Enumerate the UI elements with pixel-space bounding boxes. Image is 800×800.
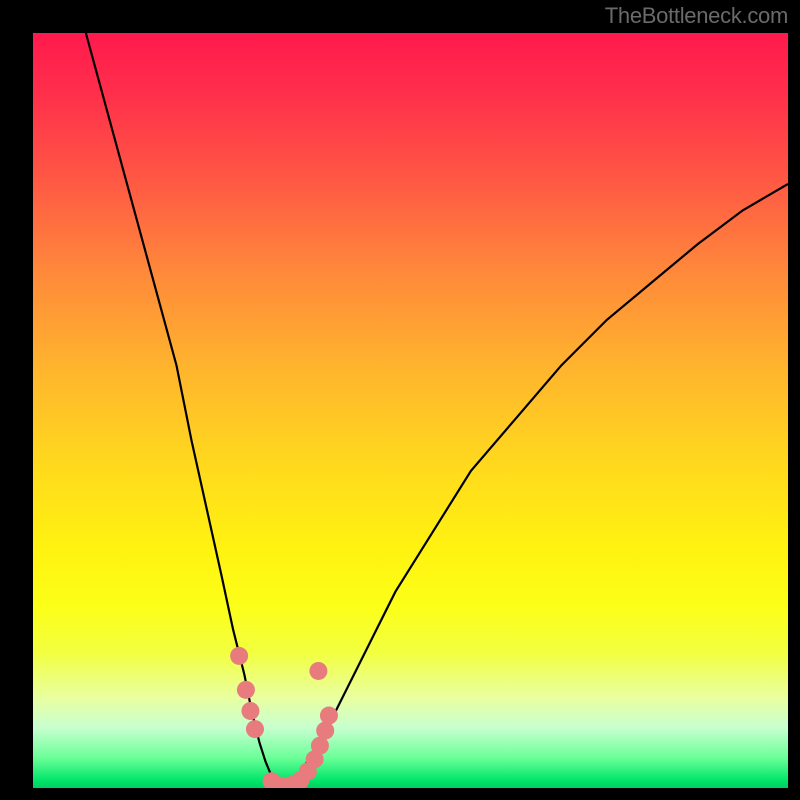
highlight-marker <box>241 702 259 720</box>
highlight-marker <box>316 722 334 740</box>
highlight-marker <box>309 662 327 680</box>
plot-area <box>33 33 788 788</box>
highlight-marker <box>230 647 248 665</box>
bottleneck-curve <box>86 33 282 788</box>
outer-frame: TheBottleneck.com <box>0 0 800 800</box>
highlight-marker <box>320 707 338 725</box>
watermark-label: TheBottleneck.com <box>605 3 788 29</box>
highlight-marker <box>237 681 255 699</box>
chart-svg <box>33 33 788 788</box>
highlight-marker <box>246 720 264 738</box>
bottleneck-curve <box>282 184 788 788</box>
